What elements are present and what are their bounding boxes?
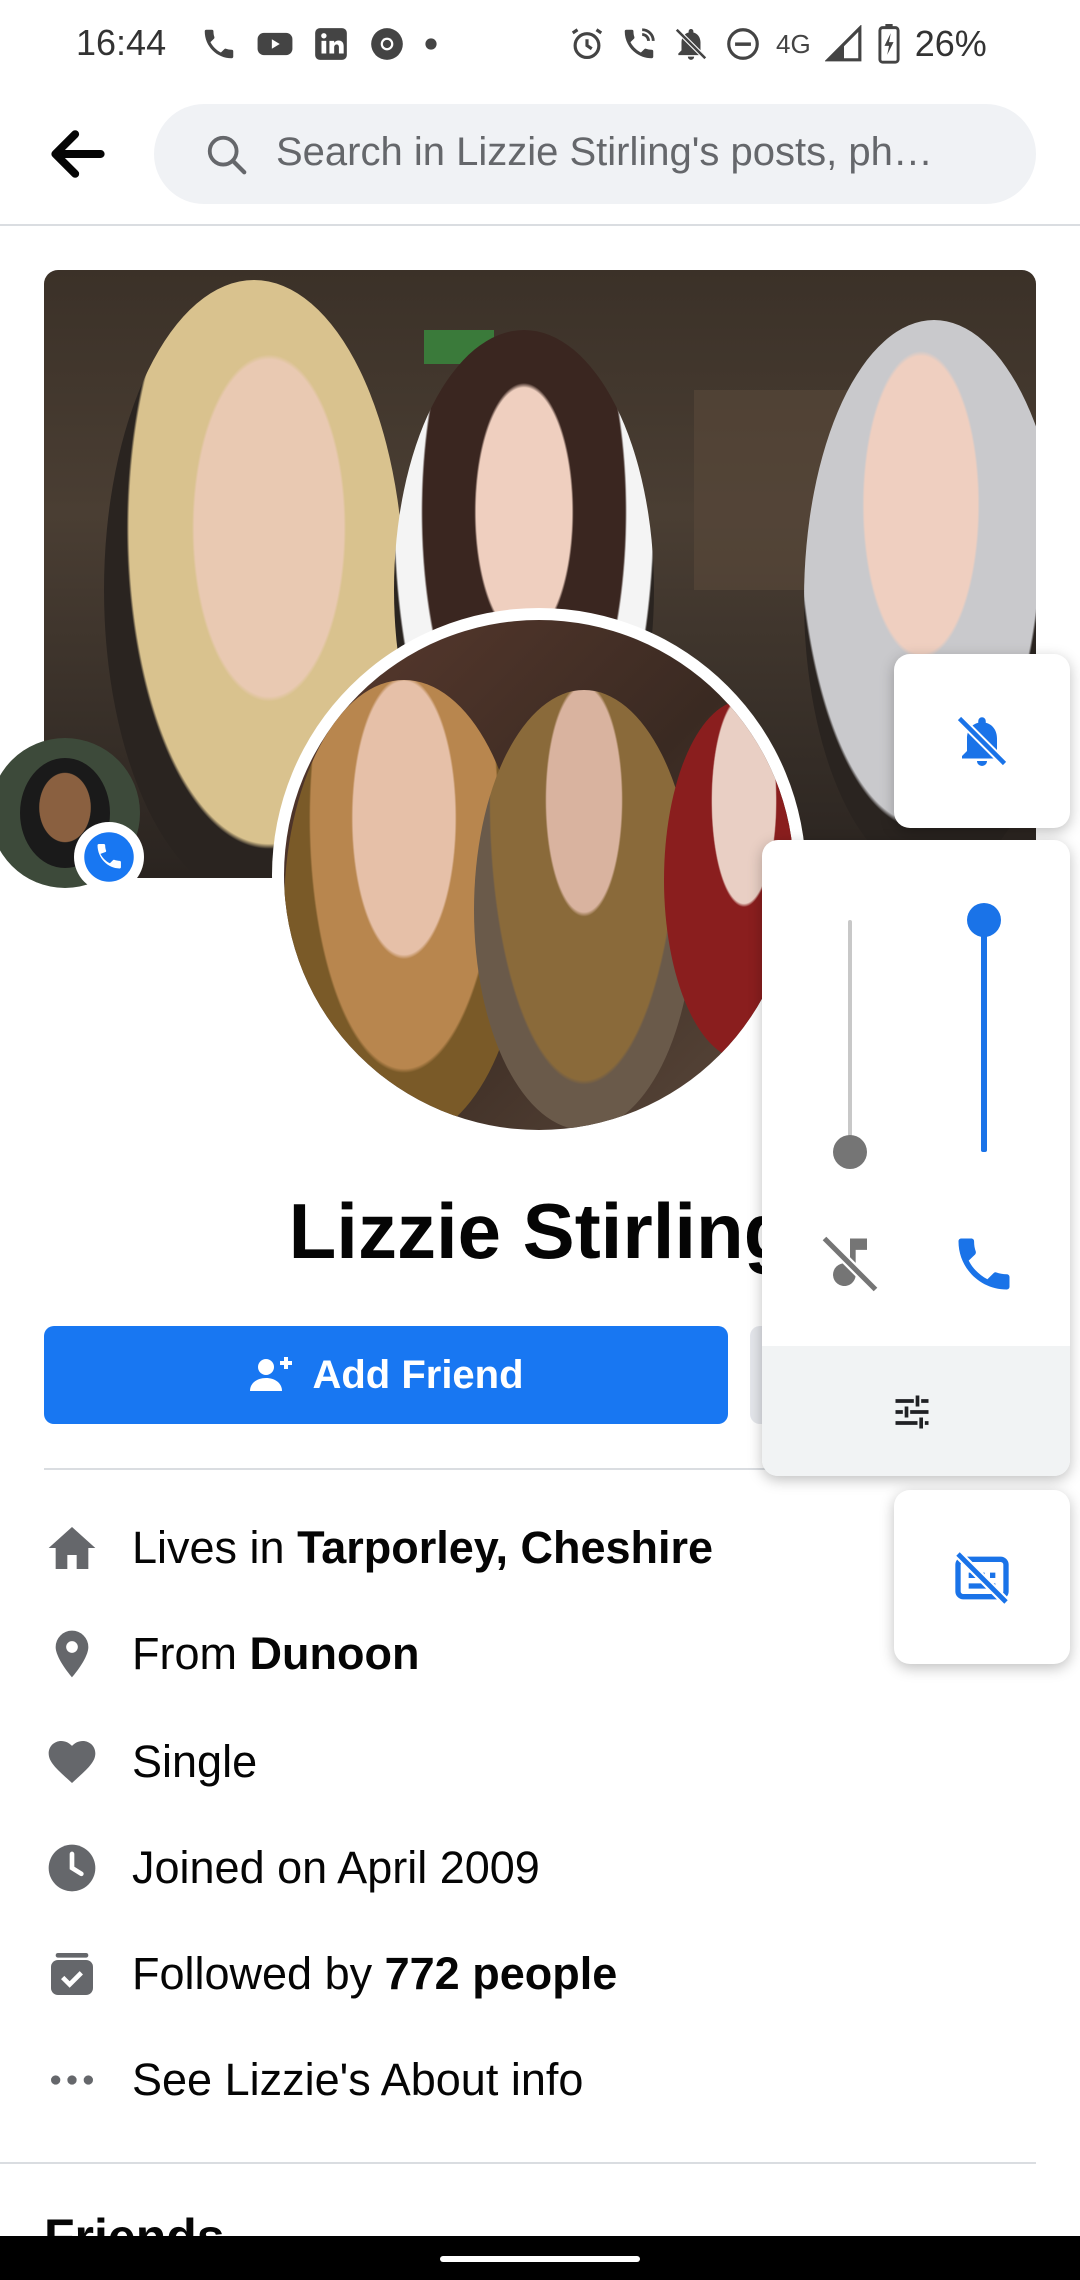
signal-icon <box>824 25 862 62</box>
detail-relationship: Single <box>44 1722 257 1802</box>
alarm-icon <box>571 28 603 60</box>
chrome-icon <box>371 28 403 60</box>
from-prefix: From <box>132 1628 250 1679</box>
detail-see-about[interactable]: See Lizzie's About info <box>44 2040 583 2120</box>
ring-volume-track[interactable] <box>848 920 852 1152</box>
followers-icon <box>51 1953 93 1995</box>
lives-place: Tarporley, Cheshire <box>297 1522 714 1573</box>
status-bar: 16:44 4G 26% <box>0 0 1080 88</box>
battery-charging-icon <box>878 24 900 64</box>
followed-prefix: Followed by <box>132 1948 385 1999</box>
live-caption-button[interactable] <box>894 1490 1070 1664</box>
ringer-mode-button[interactable] <box>894 654 1070 828</box>
see-about-link[interactable]: See Lizzie's About info <box>132 2054 583 2106</box>
youtube-icon <box>257 32 293 56</box>
home-gesture-handle[interactable] <box>440 2256 640 2262</box>
search-input[interactable]: Search in Lizzie Stirling's posts, ph… <box>276 130 1016 175</box>
volume-panel <box>762 840 1070 1476</box>
profile-picture[interactable] <box>272 608 806 1142</box>
heart-icon <box>48 1741 96 1783</box>
back-arrow-icon[interactable] <box>44 120 112 188</box>
call-icon <box>204 29 234 59</box>
phone-icon[interactable] <box>950 1230 1018 1298</box>
from-place: Dunoon <box>249 1628 420 1679</box>
joined-date: Joined on April 2009 <box>132 1842 540 1893</box>
volume-settings-footer[interactable] <box>762 1346 1070 1476</box>
add-friend-label: Add Friend <box>312 1352 524 1397</box>
network-type: 4G <box>776 28 811 59</box>
search-icon <box>207 135 247 175</box>
detail-followed-by: Followed by 772 people <box>44 1934 617 2014</box>
tune-settings-icon[interactable] <box>890 1390 934 1434</box>
followers-count: 772 people <box>384 1948 618 1999</box>
status-time: 16:44 <box>76 22 167 63</box>
lives-prefix: Lives in <box>132 1522 298 1573</box>
search-bar[interactable]: Search in Lizzie Stirling's posts, ph… <box>154 104 1036 204</box>
wifi-call-icon <box>624 28 655 59</box>
more-dots-icon <box>51 2075 93 2085</box>
do-not-disturb-icon <box>727 28 759 60</box>
add-friend-button[interactable]: Add Friend <box>44 1326 728 1424</box>
notifications-off-icon <box>675 28 707 60</box>
detail-from: From Dunoon <box>44 1614 419 1694</box>
notification-icons <box>200 22 438 66</box>
bell-off-icon <box>956 715 1008 767</box>
relationship-status: Single <box>132 1736 258 1787</box>
music-off-icon[interactable] <box>816 1230 884 1298</box>
location-pin-icon <box>55 1630 89 1678</box>
add-friend-icon <box>250 1357 293 1391</box>
detail-joined: Joined on April 2009 <box>44 1828 540 1908</box>
friends-divider <box>0 2162 1036 2164</box>
more-notifications-dot-icon <box>425 38 437 50</box>
ring-volume-thumb[interactable] <box>833 1135 867 1169</box>
detail-lives-in: Lives in Tarporley, Cheshire <box>44 1508 713 1588</box>
battery-percent: 26% <box>914 23 987 64</box>
home-icon <box>48 1527 96 1569</box>
call-volume-fill <box>981 920 987 1152</box>
captions-off-icon <box>954 1550 1010 1606</box>
header-divider <box>0 224 1080 226</box>
call-badge-icon <box>84 832 134 882</box>
profile-photo-image <box>284 620 794 1130</box>
linkedin-icon <box>315 28 347 60</box>
profile-person-2 <box>474 690 694 1130</box>
system-icons: 4G 26% <box>568 20 987 68</box>
chat-head-call-badge <box>74 822 144 892</box>
call-volume-thumb[interactable] <box>967 903 1001 937</box>
clock-icon <box>48 1844 96 1892</box>
